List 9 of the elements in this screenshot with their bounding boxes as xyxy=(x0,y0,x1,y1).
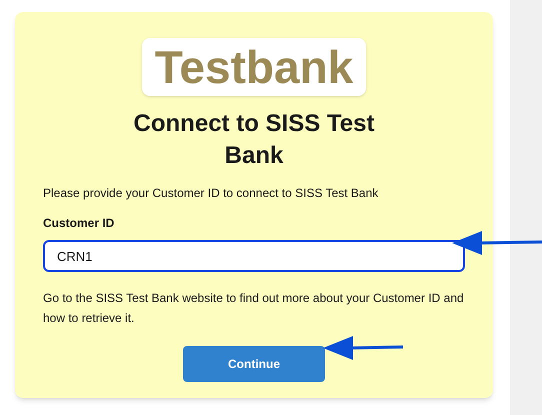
field-label: Customer ID xyxy=(43,215,116,232)
page-title: Connect to SISS Test Bank xyxy=(132,109,376,171)
intro-text: Please provide your Customer ID to connect to SISS Test Bank xyxy=(43,185,380,202)
logo: Testbank xyxy=(142,38,366,96)
continue-button[interactable]: Continue xyxy=(183,346,325,382)
arrow-icon xyxy=(452,231,542,255)
help-text: Go to the SISS Test Bank website to find out more about your Customer ID and how to retrieve it. xyxy=(43,290,465,327)
arrow-icon xyxy=(323,336,403,360)
customer-id-field[interactable]: CRN1 xyxy=(43,240,465,272)
